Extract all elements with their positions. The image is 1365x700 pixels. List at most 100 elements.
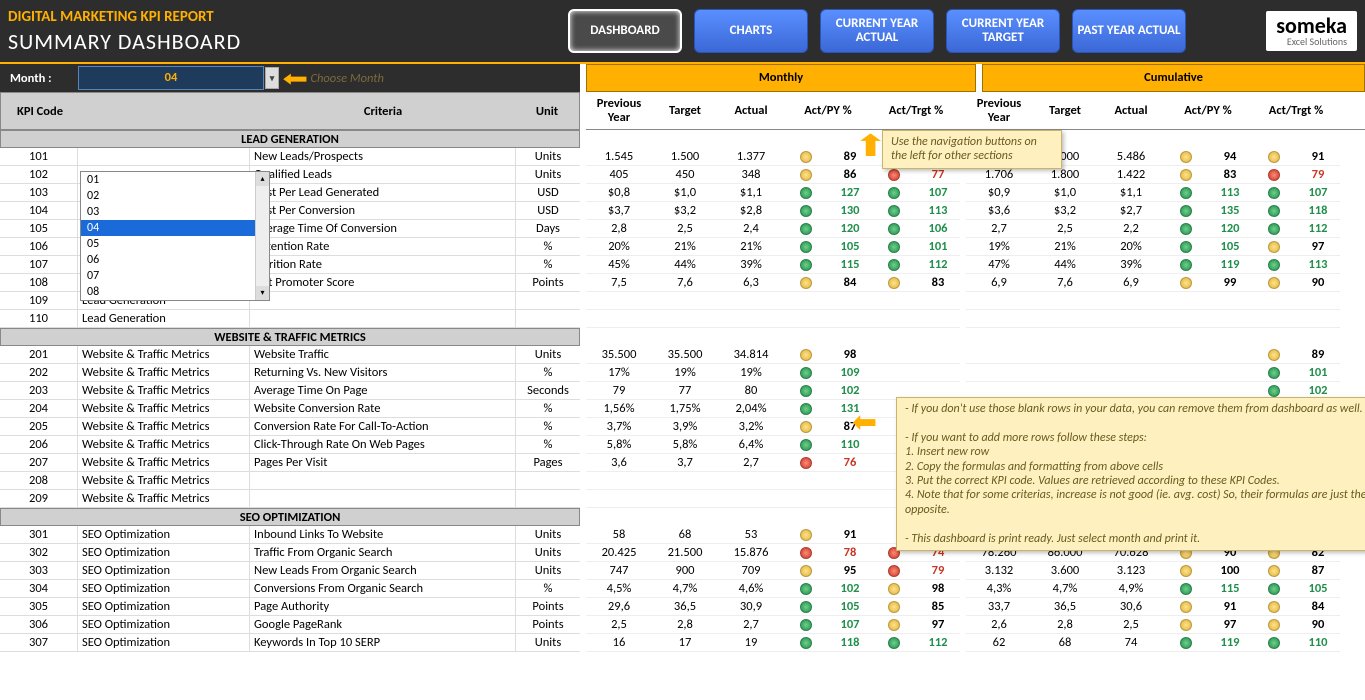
month-option[interactable]: 07 <box>81 268 269 284</box>
status-indicator <box>1180 619 1192 631</box>
data-row: 4,5% 4,7% 4,6% 102 98 4,3% 4,7% 4,9% 115… <box>586 580 1365 598</box>
status-indicator <box>1180 187 1192 199</box>
status-indicator <box>1268 223 1280 235</box>
status-indicator <box>800 277 812 289</box>
table-row: 305 SEO Optimization Page Authority Poin… <box>0 598 580 616</box>
arrow-left-icon: ⬅ <box>852 404 877 441</box>
table-row: 205 Website & Traffic Metrics Conversion… <box>0 418 580 436</box>
data-row: 16 17 19 118 112 62 68 74 119 110 <box>586 634 1365 652</box>
status-indicator <box>800 241 812 253</box>
status-indicator <box>1268 367 1280 379</box>
data-row: 7,5 7,6 6,3 84 83 6,9 7,6 6,9 99 90 <box>586 274 1365 292</box>
data-row: 2,5 2,8 2,7 107 97 2,6 2,8 2,5 97 90 <box>586 616 1365 634</box>
table-row: 203 Website & Traffic Metrics Average Ti… <box>0 382 580 400</box>
status-indicator <box>1180 223 1192 235</box>
status-indicator <box>1180 277 1192 289</box>
dashboard-button[interactable]: DASHBOARD <box>568 9 682 53</box>
month-label: Month : <box>0 71 78 86</box>
chevron-down-icon[interactable]: ▾ <box>265 67 279 89</box>
status-indicator <box>800 205 812 217</box>
dash-title: SUMMARY DASHBOARD <box>8 28 568 55</box>
group-cumulative: Cumulative <box>982 64 1365 92</box>
table-row: 306 SEO Optimization Google PageRank Poi… <box>0 616 580 634</box>
status-indicator <box>1268 187 1280 199</box>
status-indicator <box>1180 583 1192 595</box>
month-option[interactable]: 06 <box>81 252 269 268</box>
data-row: 2,8 2,5 2,4 120 106 2,7 2,5 2,2 120 112 <box>586 220 1365 238</box>
table-row: 206 Website & Traffic Metrics Click-Thro… <box>0 436 580 454</box>
col-unit: Unit <box>515 104 579 119</box>
status-indicator <box>1180 601 1192 613</box>
table-row: 301 SEO Optimization Inbound Links To We… <box>0 526 580 544</box>
status-indicator <box>1268 277 1280 289</box>
note-instructions: - If you don't use those blank rows in y… <box>896 397 1365 551</box>
status-indicator <box>800 187 812 199</box>
data-row <box>586 292 1365 310</box>
status-indicator <box>1268 205 1280 217</box>
month-dropdown[interactable]: ▴ ▾ 0102030405060708 <box>80 171 270 301</box>
current-year-target-button[interactable]: CURRENT YEAR TARGET <box>946 9 1060 53</box>
table-row: 101 New Leads/Prospects Units <box>0 148 580 166</box>
status-indicator <box>1180 637 1192 649</box>
status-indicator <box>800 637 812 649</box>
data-row <box>586 310 1365 328</box>
status-indicator <box>1180 565 1192 577</box>
scroll-down-icon[interactable]: ▾ <box>256 286 269 300</box>
status-indicator <box>888 205 900 217</box>
status-indicator <box>800 169 812 181</box>
status-indicator <box>888 601 900 613</box>
table-row: 209 Website & Traffic Metrics <box>0 490 580 508</box>
month-option[interactable]: 03 <box>81 204 269 220</box>
current-year-actual-button[interactable]: CURRENT YEAR ACTUAL <box>820 9 934 53</box>
data-row: 35.500 35.500 34.814 98 89 <box>586 346 1365 364</box>
month-option[interactable]: 08 <box>81 284 269 300</box>
section-header: WEBSITE & TRAFFIC METRICS <box>0 328 580 346</box>
left-header-row: KPI Code Criteria Unit <box>0 92 580 130</box>
data-row: 45% 44% 39% 115 112 47% 44% 39% 119 113 <box>586 256 1365 274</box>
data-row: 20% 21% 21% 105 101 19% 21% 20% 105 97 <box>586 238 1365 256</box>
month-select[interactable]: 04 ▾ <box>78 66 264 90</box>
note-navigation: Use the navigation buttons on the left f… <box>882 130 1062 169</box>
status-indicator <box>888 583 900 595</box>
nav-buttons: DASHBOARD CHARTS CURRENT YEAR ACTUAL CUR… <box>568 9 1186 53</box>
status-indicator <box>800 547 812 559</box>
month-option[interactable]: 04 <box>81 220 269 236</box>
status-indicator <box>1268 385 1280 397</box>
status-indicator <box>800 529 812 541</box>
col-kpi-code: KPI Code <box>1 104 79 119</box>
table-row: 202 Website & Traffic Metrics Returning … <box>0 364 580 382</box>
status-indicator <box>1180 205 1192 217</box>
month-option[interactable]: 05 <box>81 236 269 252</box>
status-indicator <box>888 565 900 577</box>
status-indicator <box>888 637 900 649</box>
status-indicator <box>1268 151 1280 163</box>
status-indicator <box>888 277 900 289</box>
status-indicator <box>1268 241 1280 253</box>
past-year-actual-button[interactable]: PAST YEAR ACTUAL <box>1072 9 1186 53</box>
status-indicator <box>1268 259 1280 271</box>
status-indicator <box>800 601 812 613</box>
status-indicator <box>800 151 812 163</box>
status-indicator <box>1268 169 1280 181</box>
right-header-row: Previous Year Target Actual Act/PY % Act… <box>586 92 1365 130</box>
status-indicator <box>888 169 900 181</box>
status-indicator <box>800 349 812 361</box>
scroll-up-icon[interactable]: ▴ <box>256 172 269 186</box>
logo: someka Excel Solutions <box>1266 11 1357 51</box>
status-indicator <box>800 385 812 397</box>
status-indicator <box>888 259 900 271</box>
table-row: 208 Website & Traffic Metrics <box>0 472 580 490</box>
month-option[interactable]: 02 <box>81 188 269 204</box>
charts-button[interactable]: CHARTS <box>694 9 808 53</box>
data-row: 747 900 709 95 79 3.132 3.600 3.123 100 … <box>586 562 1365 580</box>
status-indicator <box>1268 583 1280 595</box>
status-indicator <box>1268 349 1280 361</box>
col-criteria: Criteria <box>251 104 515 119</box>
month-option[interactable]: 01 <box>81 172 269 188</box>
data-row: 29,6 36,5 30,9 105 85 33,7 36,5 30,6 91 … <box>586 598 1365 616</box>
status-indicator <box>888 241 900 253</box>
status-indicator <box>800 223 812 235</box>
status-indicator <box>800 619 812 631</box>
table-row: 207 Website & Traffic Metrics Pages Per … <box>0 454 580 472</box>
data-row: $3,7 $3,2 $2,8 130 113 $3,6 $3,2 $2,7 13… <box>586 202 1365 220</box>
